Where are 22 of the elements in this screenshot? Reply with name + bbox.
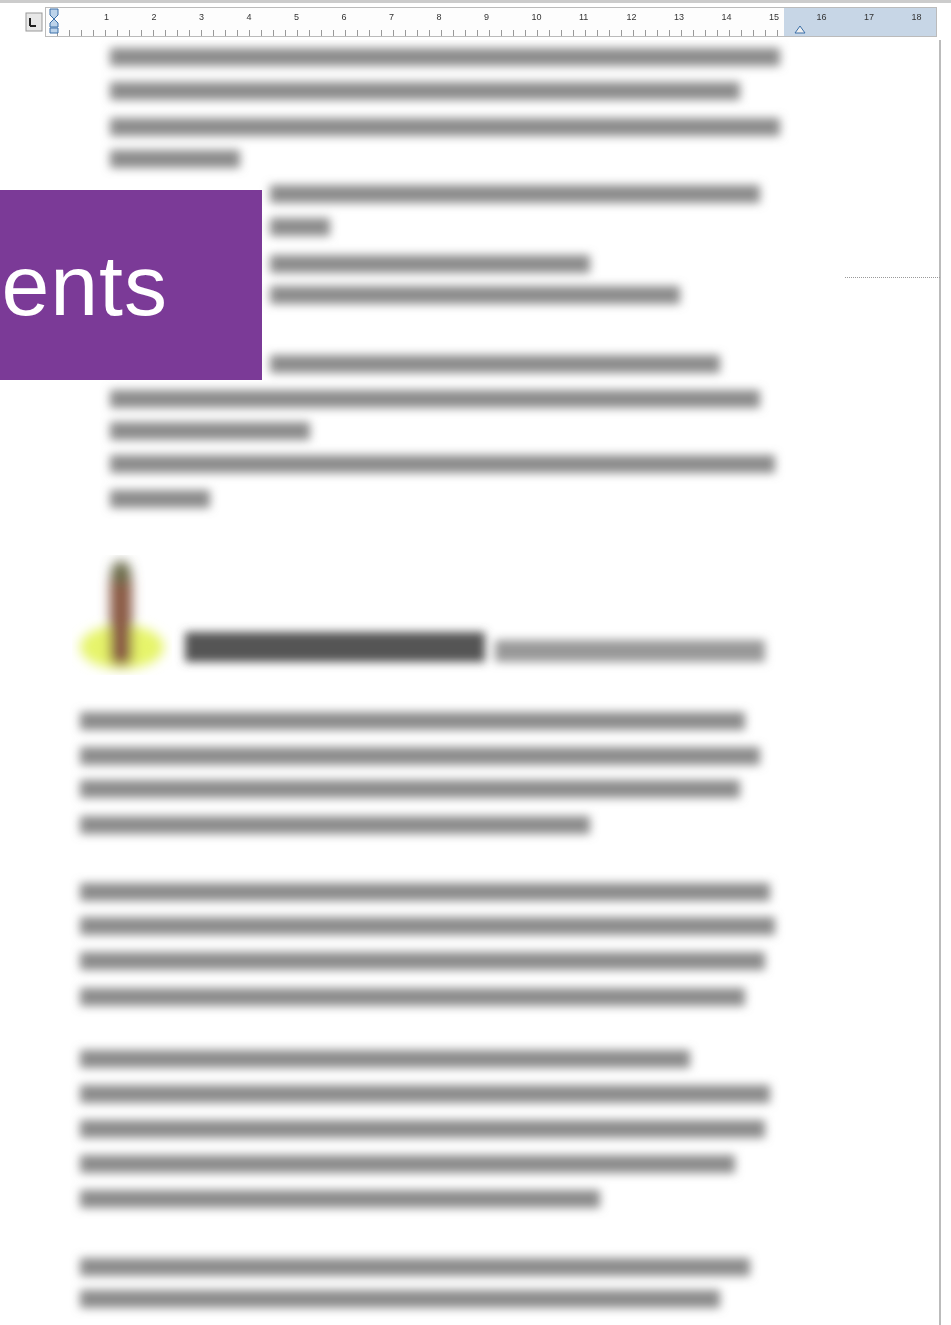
ruler-number: 11	[579, 11, 589, 22]
ruler-number: 5	[294, 11, 299, 22]
ruler-number: 6	[341, 11, 347, 22]
ruler-number: 18	[911, 11, 922, 22]
ruler-number: 9	[484, 11, 489, 22]
indent-marker-icon[interactable]	[49, 7, 59, 34]
ruler-number: 3	[199, 11, 204, 22]
tab-stop-icon[interactable]	[25, 10, 43, 33]
section-banner: ents	[0, 190, 262, 380]
ruler-number: 1	[104, 11, 109, 22]
ruler-number: 13	[674, 11, 684, 22]
ruler-number: 16	[816, 11, 827, 22]
ruler-number: 2	[151, 11, 157, 22]
ruler-number: 17	[864, 11, 874, 22]
ruler-number: 4	[246, 11, 252, 22]
ruler-number: 15	[769, 11, 779, 22]
ruler-number: 12	[626, 11, 637, 22]
ruler-number: 8	[436, 11, 442, 22]
ruler-number: 10	[531, 11, 542, 22]
ruler-number: 7	[389, 11, 394, 22]
ruler-number: 14	[721, 11, 732, 22]
right-indent-icon[interactable]	[794, 23, 806, 34]
